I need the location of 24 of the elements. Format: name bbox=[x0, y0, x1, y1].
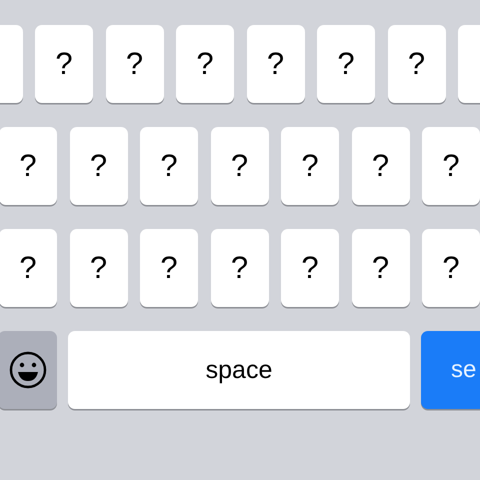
key-button[interactable]: ? bbox=[246, 25, 304, 103]
smiley-icon bbox=[8, 351, 46, 389]
send-button[interactable]: se bbox=[421, 331, 480, 409]
key-button[interactable]: ? bbox=[317, 25, 375, 103]
emoji-button[interactable] bbox=[0, 331, 57, 409]
key-button[interactable]: ? bbox=[70, 229, 128, 307]
key-button[interactable]: ? bbox=[352, 127, 410, 205]
key-button[interactable]: ? bbox=[0, 127, 57, 205]
key-button[interactable]: ? bbox=[70, 127, 128, 205]
key-button[interactable]: ? bbox=[0, 229, 57, 307]
key-button[interactable]: ? bbox=[281, 229, 339, 307]
key-button[interactable]: ? bbox=[140, 127, 198, 205]
key-button[interactable]: ? bbox=[176, 25, 234, 103]
key-button[interactable]: ? bbox=[281, 127, 339, 205]
key-button[interactable]: ? bbox=[106, 25, 164, 103]
key-button[interactable]: ? bbox=[140, 229, 198, 307]
key-button[interactable]: ? bbox=[210, 127, 268, 205]
space-bar[interactable]: space bbox=[68, 331, 410, 409]
key-button[interactable]: ? bbox=[352, 229, 410, 307]
key-button[interactable]: ? bbox=[422, 127, 480, 205]
key-button[interactable]: ? bbox=[35, 25, 93, 103]
key-button[interactable]: ? bbox=[388, 25, 446, 103]
key-button[interactable]: ? bbox=[210, 229, 268, 307]
key-button[interactable]: ? bbox=[422, 229, 480, 307]
